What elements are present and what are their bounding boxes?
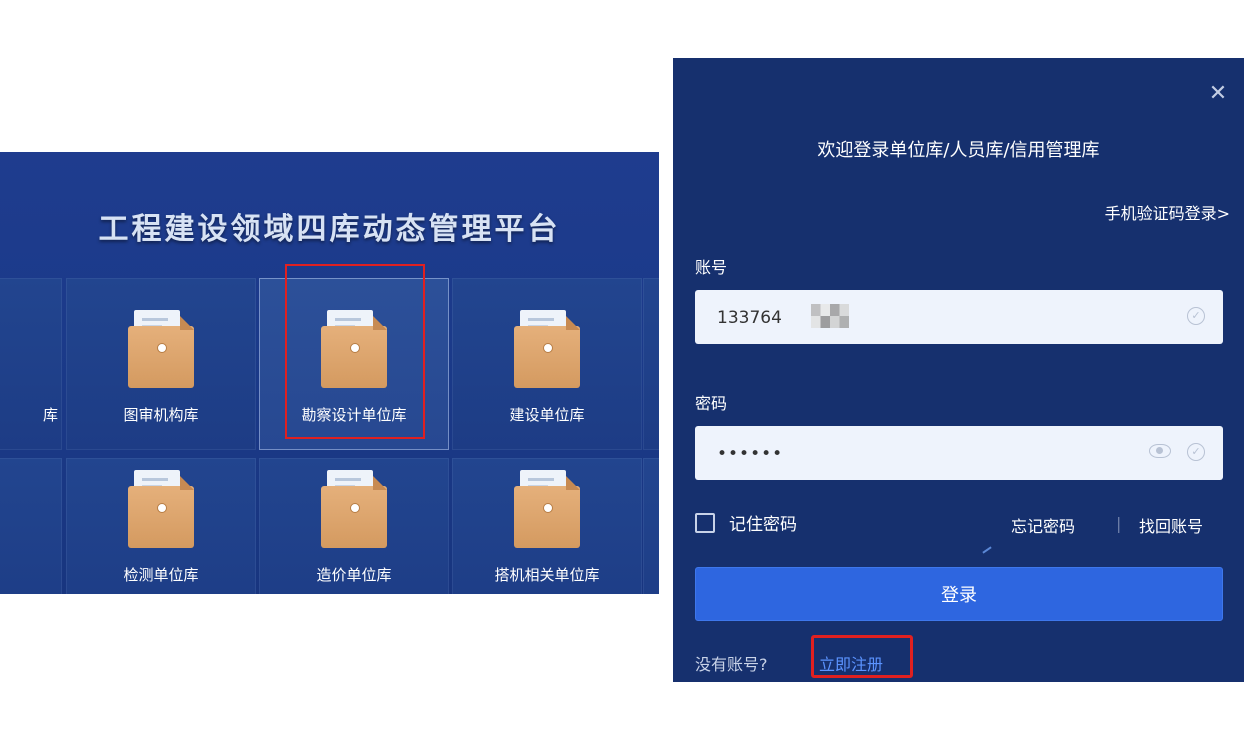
account-field-wrapper: ✓: [695, 290, 1223, 346]
folder-icon: [514, 310, 580, 390]
eye-icon[interactable]: [1149, 444, 1171, 458]
tile-crane-related-unit[interactable]: 搭机相关单位库: [452, 458, 642, 594]
login-button[interactable]: 登录: [695, 567, 1223, 621]
folder-icon: [128, 470, 194, 550]
tile-label: 建设单位库: [509, 406, 585, 424]
partial-tile-right-row1[interactable]: [643, 278, 659, 450]
platform-panel: 工程建设领域四库动态管理平台 库 图审机构库 勘察设计单位库 建设单位库 检测单…: [0, 152, 659, 594]
recover-account-link[interactable]: 找回账号: [1139, 513, 1203, 537]
link-divider: |: [1116, 514, 1122, 533]
tile-drawing-review[interactable]: 图审机构库: [66, 278, 256, 450]
sms-login-link[interactable]: 手机验证码登录>: [1105, 200, 1230, 224]
check-circle-icon: ✓: [1187, 443, 1205, 461]
tile-label: 库: [42, 406, 58, 424]
welcome-heading: 欢迎登录单位库/人员库/信用管理库: [817, 140, 1100, 161]
tile-label: 检测单位库: [123, 566, 199, 584]
redacted-digits: [811, 304, 849, 328]
folder-icon: [514, 470, 580, 550]
folder-icon: [321, 310, 387, 390]
folder-icon: [128, 310, 194, 390]
partial-tile-right-row2[interactable]: [643, 458, 659, 594]
check-circle-icon: ✓: [1187, 307, 1205, 325]
tile-label: 图审机构库: [123, 406, 199, 424]
tile-construction-unit[interactable]: 建设单位库: [452, 278, 642, 450]
tile-label: 造价单位库: [316, 566, 392, 584]
platform-title: 工程建设领域四库动态管理平台: [98, 212, 561, 247]
login-dialog: ✕ 欢迎登录单位库/人员库/信用管理库 手机验证码登录> 账号 ✓ 密码 ✓ 记…: [673, 58, 1244, 682]
password-label: 密码: [695, 394, 728, 413]
tile-testing-unit[interactable]: 检测单位库: [66, 458, 256, 594]
password-field-wrapper: ✓: [695, 426, 1223, 482]
register-link[interactable]: 立即注册: [819, 651, 883, 675]
account-input[interactable]: [715, 290, 1139, 346]
close-icon[interactable]: ✕: [1206, 82, 1230, 106]
tile-survey-design[interactable]: 勘察设计单位库: [259, 278, 449, 450]
tile-label: 搭机相关单位库: [494, 566, 600, 584]
tile-cost-unit[interactable]: 造价单位库: [259, 458, 449, 594]
folder-icon: [321, 470, 387, 550]
remember-password-label: 记住密码: [729, 515, 797, 535]
password-input[interactable]: [715, 426, 1139, 482]
partial-tile-left-row2[interactable]: [0, 458, 62, 594]
forgot-password-link[interactable]: 忘记密码: [1011, 513, 1075, 537]
tile-label: 勘察设计单位库: [301, 406, 407, 424]
no-account-text: 没有账号?: [695, 655, 768, 674]
account-label: 账号: [695, 258, 728, 277]
remember-password-checkbox[interactable]: [695, 513, 715, 533]
partial-tile-left-row1[interactable]: 库: [0, 278, 62, 450]
